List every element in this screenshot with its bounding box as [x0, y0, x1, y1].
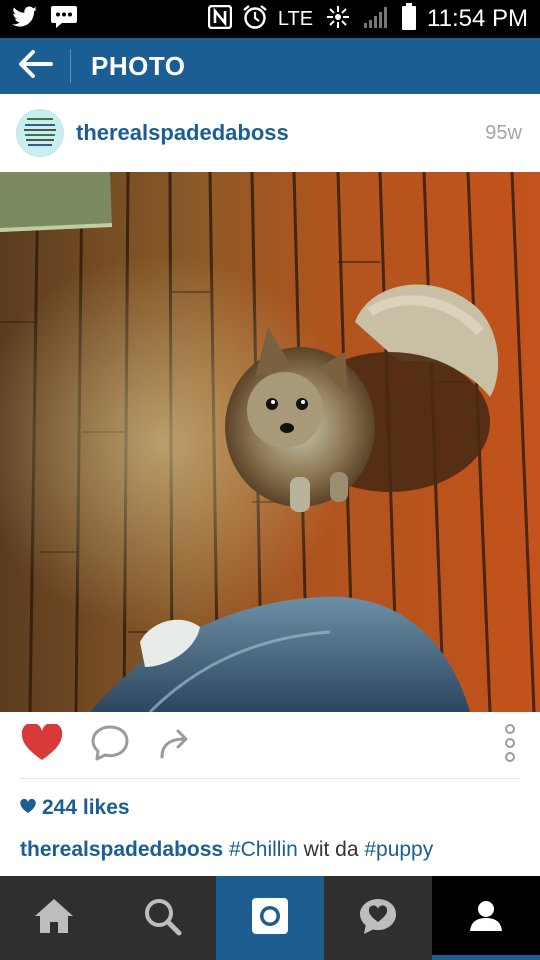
nav-profile[interactable] — [432, 876, 540, 960]
arrow-left-icon — [17, 49, 53, 84]
home-icon — [33, 897, 75, 940]
divider — [20, 778, 520, 779]
nav-camera[interactable] — [216, 876, 324, 960]
search-icon — [142, 896, 182, 941]
photo-image — [0, 172, 540, 712]
profile-icon — [467, 897, 505, 940]
post-header: therealspadedaboss 95w — [0, 94, 540, 172]
nfc-icon — [207, 4, 233, 34]
caption-username[interactable]: therealspadedaboss — [20, 838, 223, 861]
more-options-icon — [503, 723, 517, 768]
more-options-button[interactable] — [500, 723, 520, 767]
hashtag-puppy[interactable]: #puppy — [364, 838, 433, 861]
likes-count[interactable]: 244 likes — [20, 792, 130, 824]
post-time: 95w — [485, 121, 522, 144]
like-button[interactable] — [20, 722, 64, 767]
share-button[interactable] — [154, 723, 198, 767]
clock: 11:54 PM — [427, 5, 528, 32]
post-username[interactable]: therealspadedaboss — [76, 120, 289, 146]
share-icon — [158, 725, 194, 766]
page-title: PHOTO — [91, 50, 186, 81]
nav-search[interactable] — [108, 876, 216, 960]
post-photo[interactable] — [0, 172, 540, 712]
battery-icon — [401, 2, 417, 36]
app-bar-divider — [70, 49, 71, 83]
avatar[interactable] — [16, 109, 64, 157]
signal-icon — [363, 5, 391, 34]
camera-icon — [250, 896, 290, 941]
post-actions — [0, 712, 540, 778]
bottom-nav — [0, 876, 540, 960]
activity-icon — [357, 896, 399, 941]
messages-icon — [50, 5, 78, 34]
app-bar: PHOTO — [0, 38, 540, 94]
network-type: LTE — [277, 7, 314, 30]
twitter-icon — [12, 5, 38, 33]
nav-home[interactable] — [0, 876, 108, 960]
small-heart-icon — [20, 796, 36, 820]
comment-button[interactable] — [88, 723, 132, 767]
status-bar: LTE 11:54 PM — [0, 0, 540, 38]
hashtag-chillin[interactable]: #Chillin — [229, 838, 298, 861]
likes-text: 244 likes — [42, 796, 130, 819]
status-right: LTE 11:54 PM — [207, 2, 528, 36]
comment-icon — [90, 724, 130, 767]
alarm-icon — [242, 4, 268, 35]
back-button[interactable] — [0, 38, 70, 94]
status-left — [12, 5, 78, 34]
vibrate-icon — [323, 4, 353, 35]
caption-text: wit da — [297, 838, 365, 861]
heart-icon — [21, 722, 63, 767]
caption: therealspadedaboss #Chillin wit da #pupp… — [20, 838, 433, 870]
nav-activity[interactable] — [324, 876, 432, 960]
